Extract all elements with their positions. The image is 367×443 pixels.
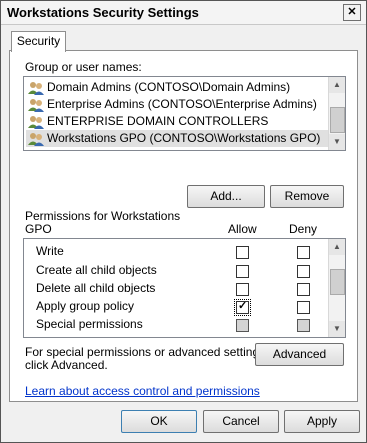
remove-button-label: Remove [284, 189, 330, 203]
remove-button[interactable]: Remove [270, 185, 344, 208]
scroll-thumb[interactable] [330, 107, 345, 133]
group-user-list[interactable]: Domain Admins (CONTOSO\Domain Admins) En… [23, 76, 346, 151]
advanced-note-line2: click Advanced. [25, 358, 108, 372]
groups-label: Group or user names: [25, 60, 142, 74]
list-item[interactable]: Domain Admins (CONTOSO\Domain Admins) [28, 79, 290, 96]
scroll-down-icon[interactable]: ▼ [329, 321, 345, 337]
security-settings-dialog: Workstations Security Settings ✕ Securit… [0, 0, 367, 443]
add-button[interactable]: Add... [187, 185, 265, 208]
group-icon [28, 98, 44, 112]
ok-button[interactable]: OK [121, 410, 197, 433]
permissions-label-line1: Permissions for Workstations [25, 209, 181, 223]
perm-label-create-child: Create all child objects [36, 263, 157, 277]
special-allow-checkbox [236, 319, 249, 332]
scroll-up-icon[interactable]: ▲ [329, 77, 345, 93]
cancel-button-label: Cancel [222, 414, 260, 428]
list-item-label: ENTERPRISE DOMAIN CONTROLLERS [47, 114, 269, 128]
window-title: Workstations Security Settings [7, 5, 199, 20]
apply-button[interactable]: Apply [284, 410, 360, 433]
list-item-label: Enterprise Admins (CONTOSO\Enterprise Ad… [47, 97, 317, 111]
write-allow-checkbox[interactable] [236, 246, 249, 259]
perm-label-apply-gp: Apply group policy [36, 299, 135, 313]
tab-security[interactable]: Security [11, 31, 66, 52]
add-button-label: Add... [210, 189, 242, 203]
permissions-scrollbar[interactable]: ▲ ▼ [328, 239, 345, 337]
group-icon [28, 81, 44, 95]
help-link[interactable]: Learn about access control and permissio… [25, 384, 260, 398]
permissions-label-line2: GPO [25, 222, 52, 236]
list-item[interactable]: ENTERPRISE DOMAIN CONTROLLERS [28, 113, 268, 130]
special-deny-checkbox [297, 319, 310, 332]
delete-child-allow-checkbox[interactable] [236, 283, 249, 296]
apply-button-label: Apply [306, 414, 338, 428]
allow-header: Allow [228, 222, 257, 236]
list-item-label: Domain Admins (CONTOSO\Domain Admins) [47, 80, 291, 94]
advanced-button-label: Advanced [272, 347, 327, 361]
scroll-up-icon[interactable]: ▲ [329, 239, 345, 255]
create-child-deny-checkbox[interactable] [297, 265, 310, 278]
group-icon [28, 115, 44, 129]
permissions-list: Write Create all child objects Delete al… [23, 238, 346, 338]
perm-label-write: Write [36, 244, 64, 258]
list-item[interactable]: Enterprise Admins (CONTOSO\Enterprise Ad… [28, 96, 317, 113]
cancel-button[interactable]: Cancel [203, 410, 279, 433]
scroll-thumb[interactable] [330, 269, 345, 295]
advanced-note-line1: For special permissions or advanced sett… [25, 345, 269, 359]
perm-label-special: Special permissions [36, 317, 143, 331]
apply-gp-allow-checkbox[interactable] [234, 299, 251, 316]
advanced-button[interactable]: Advanced [255, 343, 344, 366]
scroll-down-icon[interactable]: ▼ [329, 134, 345, 150]
list-item-selected[interactable]: Workstations GPO (CONTOSO\Workstations G… [26, 130, 341, 147]
group-list-scrollbar[interactable]: ▲ ▼ [328, 77, 345, 150]
ok-button-label: OK [150, 414, 168, 428]
create-child-allow-checkbox[interactable] [236, 265, 249, 278]
write-deny-checkbox[interactable] [297, 246, 310, 259]
close-button[interactable]: ✕ [343, 4, 361, 21]
group-icon [28, 132, 44, 146]
title-bar: Workstations Security Settings ✕ [1, 1, 366, 25]
apply-gp-deny-checkbox[interactable] [297, 301, 310, 314]
perm-label-delete-child: Delete all child objects [36, 281, 156, 295]
delete-child-deny-checkbox[interactable] [297, 283, 310, 296]
list-item-label: Workstations GPO (CONTOSO\Workstations G… [47, 131, 321, 145]
deny-header: Deny [289, 222, 318, 236]
